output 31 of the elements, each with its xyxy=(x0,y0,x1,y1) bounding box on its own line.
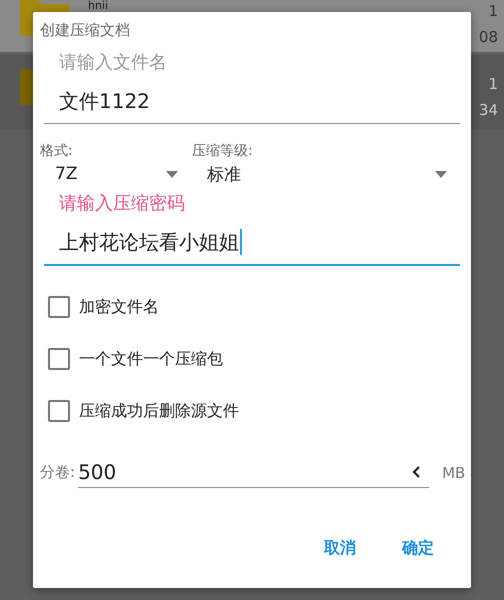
dropdown[interactable]: 标准 xyxy=(192,160,461,186)
item-count: 1 xyxy=(488,75,498,93)
checkbox[interactable] xyxy=(48,400,70,422)
spinner-label: 格式: xyxy=(40,142,73,160)
password-field[interactable]: 请输入压缩密码 上村花论坛看小姐姐 xyxy=(44,186,460,266)
field-label: 请输入压缩密码 xyxy=(59,192,185,216)
item-date: 08 xyxy=(478,28,498,46)
file-name: hnii xyxy=(88,0,108,11)
spinner-label: 压缩等级: xyxy=(192,142,253,160)
chevron-left-icon[interactable] xyxy=(412,466,422,478)
unit-label: MB xyxy=(442,464,466,482)
item-date: 34 xyxy=(478,101,498,119)
dropdown[interactable]: 7Z xyxy=(40,160,192,186)
caret-icon xyxy=(435,170,447,178)
dialog-title: 创建压缩文档 xyxy=(39,20,131,41)
field-label: 请输入文件名 xyxy=(59,51,167,75)
checkbox-option[interactable]: 加密文件名 xyxy=(48,296,159,318)
caret-icon xyxy=(166,170,178,178)
volume-field[interactable]: 500 xyxy=(78,456,430,488)
text-cursor xyxy=(240,229,242,255)
field-value: 上村花论坛看小姐姐 xyxy=(59,228,242,256)
filename-field[interactable]: 请输入文件名 文件1122 xyxy=(44,45,460,124)
field-value: 文件1122 xyxy=(59,88,150,115)
item-count: 1 xyxy=(488,2,498,20)
ok-button[interactable]: 确定 xyxy=(402,538,434,559)
volume-label: 分卷: xyxy=(40,463,76,482)
checkbox-option[interactable]: 压缩成功后删除源文件 xyxy=(48,400,239,422)
checkbox[interactable] xyxy=(48,348,70,370)
checkbox-option[interactable]: 一个文件一个压缩包 xyxy=(48,348,223,370)
cancel-button[interactable]: 取消 xyxy=(324,538,356,559)
checkbox[interactable] xyxy=(48,296,70,318)
